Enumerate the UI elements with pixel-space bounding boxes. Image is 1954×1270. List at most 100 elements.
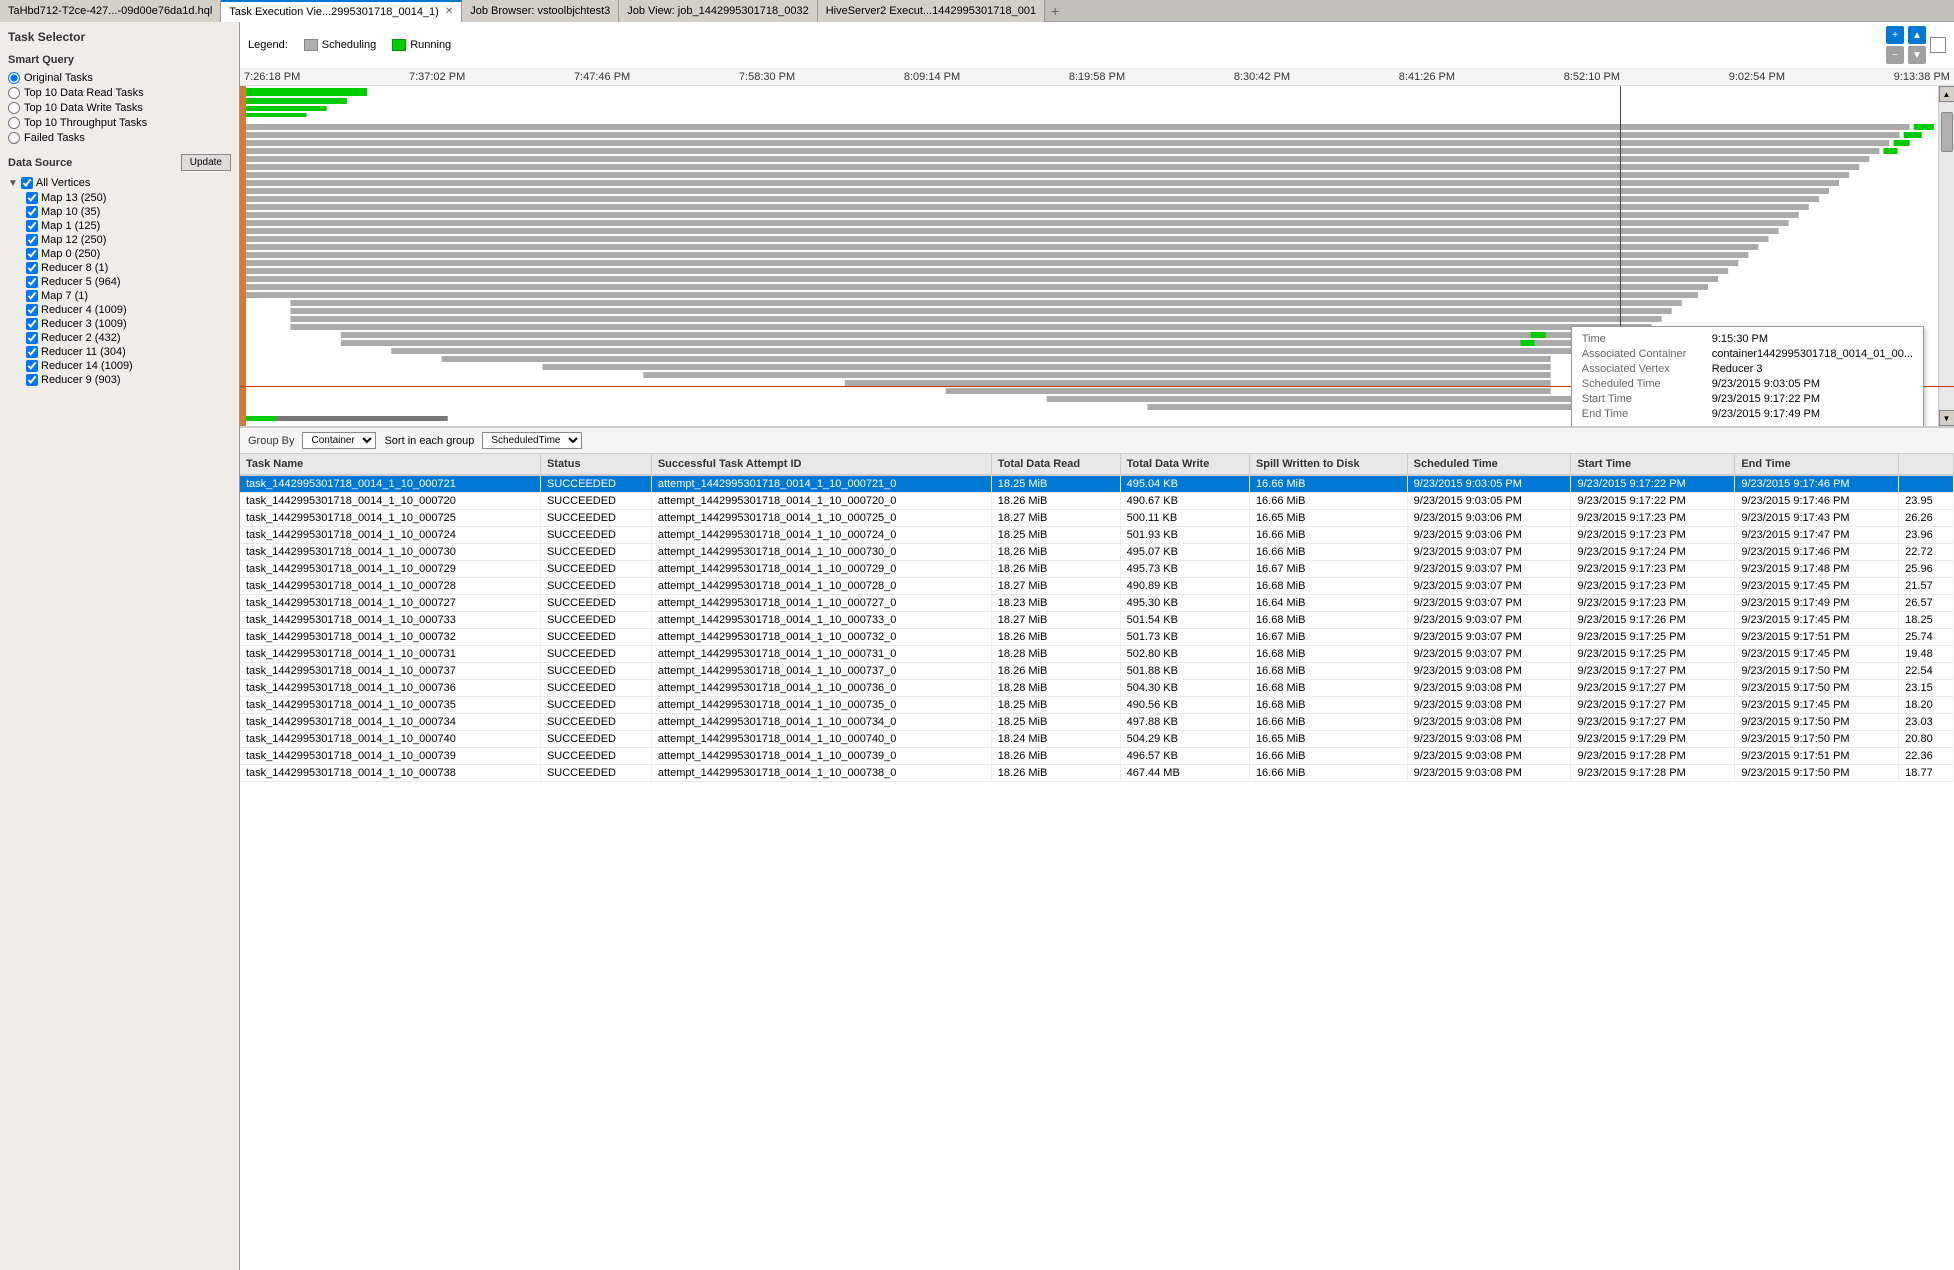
col-spill[interactable]: Spill Written to Disk: [1249, 454, 1407, 475]
scroll-down-btn[interactable]: ▼: [1939, 410, 1954, 426]
vertex-checkbox-1[interactable]: [26, 206, 38, 218]
vertex-checkbox-4[interactable]: [26, 248, 38, 260]
cell-write: 490.56 KB: [1120, 697, 1249, 714]
table-container[interactable]: Task Name Status Successful Task Attempt…: [240, 454, 1954, 1270]
vertex-checkbox-9[interactable]: [26, 318, 38, 330]
table-row[interactable]: task_1442995301718_0014_1_10_000733 SUCC…: [240, 612, 1954, 629]
table-row[interactable]: task_1442995301718_0014_1_10_000740 SUCC…: [240, 731, 1954, 748]
vertex-checkbox-5[interactable]: [26, 262, 38, 274]
vertex-item-3[interactable]: Map 12 (250): [26, 234, 231, 246]
vertex-item-2[interactable]: Map 1 (125): [26, 220, 231, 232]
table-row[interactable]: task_1442995301718_0014_1_10_000732 SUCC…: [240, 629, 1954, 646]
all-vertices-checkbox[interactable]: [21, 177, 33, 189]
table-row[interactable]: task_1442995301718_0014_1_10_000727 SUCC…: [240, 595, 1954, 612]
radio-failed[interactable]: Failed Tasks: [8, 132, 231, 144]
vertex-item-1[interactable]: Map 10 (35): [26, 206, 231, 218]
update-button[interactable]: Update: [181, 154, 231, 171]
vertex-checkbox-3[interactable]: [26, 234, 38, 246]
cell-end: 9/23/2015 9:17:43 PM: [1735, 510, 1899, 527]
vertex-item-5[interactable]: Reducer 8 (1): [26, 262, 231, 274]
table-row[interactable]: task_1442995301718_0014_1_10_000735 SUCC…: [240, 697, 1954, 714]
tooltip-vertex-row: Associated Vertex Reducer 3: [1582, 363, 1913, 375]
nav-down-button[interactable]: ▼: [1908, 46, 1926, 64]
table-row[interactable]: task_1442995301718_0014_1_10_000739 SUCC…: [240, 748, 1954, 765]
radio-original-input[interactable]: [8, 72, 20, 84]
table-row[interactable]: task_1442995301718_0014_1_10_000734 SUCC…: [240, 714, 1954, 731]
radio-top10-read-input[interactable]: [8, 87, 20, 99]
tab-hql[interactable]: TaHbd712-T2ce-427...-09d00e76da1d.hql: [0, 0, 221, 22]
radio-top10-throughput[interactable]: Top 10 Throughput Tasks: [8, 117, 231, 129]
radio-top10-write-input[interactable]: [8, 102, 20, 114]
vertex-item-0[interactable]: Map 13 (250): [26, 192, 231, 204]
col-end-time[interactable]: End Time: [1735, 454, 1899, 475]
table-row[interactable]: task_1442995301718_0014_1_10_000720 SUCC…: [240, 493, 1954, 510]
scroll-up-btn[interactable]: ▲: [1939, 86, 1954, 102]
nav-up-button[interactable]: ▲: [1908, 26, 1926, 44]
vertex-checkbox-8[interactable]: [26, 304, 38, 316]
scroll-thumb[interactable]: [1941, 112, 1953, 152]
gantt-chart[interactable]: ▲ ▼ Time 9:15:30 PM Associated Container…: [240, 86, 1954, 426]
table-row[interactable]: task_1442995301718_0014_1_10_000738 SUCC…: [240, 765, 1954, 782]
vertex-item-9[interactable]: Reducer 3 (1009): [26, 318, 231, 330]
table-row[interactable]: task_1442995301718_0014_1_10_000725 SUCC…: [240, 510, 1954, 527]
tab-execution[interactable]: Task Execution Vie...2995301718_0014_1) …: [221, 0, 462, 22]
col-status[interactable]: Status: [540, 454, 651, 475]
tab-job-view[interactable]: Job View: job_1442995301718_0032: [619, 0, 817, 22]
vertex-item-13[interactable]: Reducer 9 (903): [26, 374, 231, 386]
vertex-checkbox-13[interactable]: [26, 374, 38, 386]
table-row[interactable]: task_1442995301718_0014_1_10_000721 SUCC…: [240, 475, 1954, 493]
vertex-item-12[interactable]: Reducer 14 (1009): [26, 360, 231, 372]
vertex-checkbox-12[interactable]: [26, 360, 38, 372]
tab-job-browser[interactable]: Job Browser: vstoolbjchtest3: [462, 0, 619, 22]
vertex-checkbox-2[interactable]: [26, 220, 38, 232]
col-task-name[interactable]: Task Name: [240, 454, 540, 475]
radio-top10-throughput-input[interactable]: [8, 117, 20, 129]
group-by-select[interactable]: Container: [302, 432, 376, 449]
table-row[interactable]: task_1442995301718_0014_1_10_000724 SUCC…: [240, 527, 1954, 544]
cell-spill: 16.68 MiB: [1249, 578, 1407, 595]
vertex-checkbox-0[interactable]: [26, 192, 38, 204]
col-total-write[interactable]: Total Data Write: [1120, 454, 1249, 475]
col-total-read[interactable]: Total Data Read: [991, 454, 1120, 475]
tab-hive-server[interactable]: HiveServer2 Execut...1442995301718_001: [818, 0, 1045, 22]
tree-toggle-icon[interactable]: ▼: [8, 178, 18, 189]
vertex-checkbox-10[interactable]: [26, 332, 38, 344]
table-row[interactable]: task_1442995301718_0014_1_10_000736 SUCC…: [240, 680, 1954, 697]
tooltip-end-label: End Time: [1582, 408, 1712, 420]
zoom-out-button[interactable]: −: [1886, 46, 1904, 64]
table-row[interactable]: task_1442995301718_0014_1_10_000730 SUCC…: [240, 544, 1954, 561]
radio-failed-input[interactable]: [8, 132, 20, 144]
radio-top10-read[interactable]: Top 10 Data Read Tasks: [8, 87, 231, 99]
col-attempt-id[interactable]: Successful Task Attempt ID: [651, 454, 991, 475]
sort-select[interactable]: ScheduledTime: [482, 432, 582, 449]
table-row[interactable]: task_1442995301718_0014_1_10_000728 SUCC…: [240, 578, 1954, 595]
vertex-item-11[interactable]: Reducer 11 (304): [26, 346, 231, 358]
vertex-item-10[interactable]: Reducer 2 (432): [26, 332, 231, 344]
vertex-item-8[interactable]: Reducer 4 (1009): [26, 304, 231, 316]
zoom-in-button[interactable]: +: [1886, 26, 1904, 44]
table-row[interactable]: task_1442995301718_0014_1_10_000731 SUCC…: [240, 646, 1954, 663]
add-tab-button[interactable]: +: [1045, 1, 1065, 21]
vertex-item-7[interactable]: Map 7 (1): [26, 290, 231, 302]
vertex-item-6[interactable]: Reducer 5 (964): [26, 276, 231, 288]
table-row[interactable]: task_1442995301718_0014_1_10_000737 SUCC…: [240, 663, 1954, 680]
vertex-checkbox-7[interactable]: [26, 290, 38, 302]
vertex-checkbox-6[interactable]: [26, 276, 38, 288]
vertex-checkbox-11[interactable]: [26, 346, 38, 358]
tab-hql-label: TaHbd712-T2ce-427...-09d00e76da1d.hql: [8, 5, 212, 17]
checkbox-control[interactable]: [1930, 37, 1946, 53]
col-scheduled-time[interactable]: Scheduled Time: [1407, 454, 1571, 475]
vertex-label-11: Reducer 11 (304): [41, 346, 126, 358]
tab-job-view-label: Job View: job_1442995301718_0032: [627, 5, 808, 17]
table-row[interactable]: task_1442995301718_0014_1_10_000729 SUCC…: [240, 561, 1954, 578]
radio-original[interactable]: Original Tasks: [8, 72, 231, 84]
col-duration[interactable]: [1899, 454, 1954, 475]
cell-spill: 16.66 MiB: [1249, 714, 1407, 731]
vertex-item-4[interactable]: Map 0 (250): [26, 248, 231, 260]
cell-write: 495.30 KB: [1120, 595, 1249, 612]
cell-end: 9/23/2015 9:17:50 PM: [1735, 714, 1899, 731]
col-start-time[interactable]: Start Time: [1571, 454, 1735, 475]
all-vertices-item[interactable]: ▼ All Vertices: [8, 177, 231, 189]
radio-top10-write[interactable]: Top 10 Data Write Tasks: [8, 102, 231, 114]
tab-execution-close[interactable]: ✕: [445, 6, 453, 17]
